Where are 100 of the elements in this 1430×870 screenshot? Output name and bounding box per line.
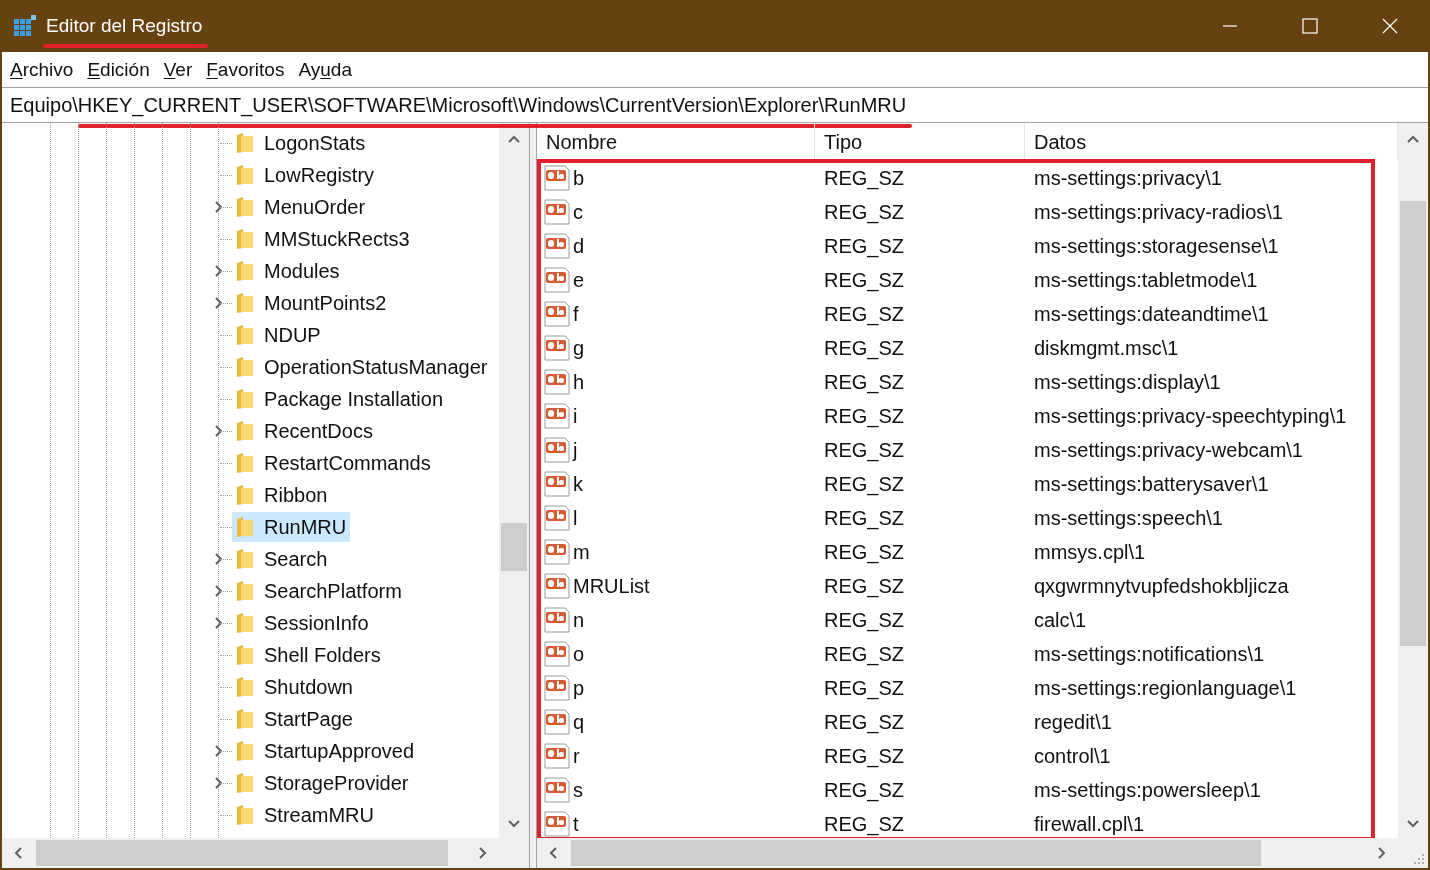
table-cell: REG_SZ	[824, 745, 905, 767]
table-cell: calc\1	[1034, 609, 1087, 631]
horizontal-scrollbar[interactable]	[2, 838, 500, 868]
table-cell: ms-settings:dateandtime\1	[1034, 303, 1269, 325]
tree-item[interactable]: MountPoints2	[232, 288, 391, 318]
resize-grip-icon[interactable]	[1413, 853, 1425, 865]
table-cell: mmsys.cpl\1	[1034, 541, 1146, 563]
value-row[interactable]: c REG_SZ ms-settings:privacy-radios\1	[537, 195, 1398, 229]
address-path: Equipo\HKEY_CURRENT_USER\SOFTWARE\Microsoft\Windows\CurrentVersion\Explorer\RunMRU	[10, 94, 907, 116]
column-header[interactable]: Nombre	[537, 123, 815, 159]
table-cell: ms-settings:privacy\1	[1034, 167, 1222, 189]
value-row[interactable]: p REG_SZ ms-settings:regionlanguage\1	[537, 671, 1398, 705]
tree-item[interactable]: RecentDocs	[232, 416, 377, 446]
value-row[interactable]: s REG_SZ ms-settings:powersleep\1	[537, 773, 1398, 807]
value-row[interactable]: e REG_SZ ms-settings:tabletmode\1	[537, 263, 1398, 297]
tree-item[interactable]: RestartCommands	[232, 448, 435, 478]
table-cell: REG_SZ	[824, 779, 905, 801]
tree-item[interactable]: Shutdown	[232, 672, 357, 702]
string-value-icon	[543, 266, 571, 294]
value-row[interactable]: i REG_SZ ms-settings:privacy-speechtyping\1	[537, 399, 1398, 433]
table-cell-text: h	[573, 370, 585, 395]
folder-icon	[236, 132, 254, 154]
table-cell: ms-settings:display\1	[1034, 371, 1221, 393]
value-row[interactable]: q REG_SZ regedit\1	[537, 705, 1398, 739]
tree-item[interactable]: LogonStats	[232, 128, 370, 158]
tree-item[interactable]: MMStuckRects3	[232, 224, 414, 254]
table-cell-text: o	[573, 642, 585, 667]
column-header[interactable]: Tipo	[815, 123, 1025, 159]
registry-app-icon	[13, 14, 37, 38]
table-cell-text: s	[573, 778, 583, 803]
table-cell-text: MRUList	[573, 574, 650, 599]
value-row[interactable]: t REG_SZ firewall.cpl\1	[537, 807, 1398, 838]
vertical-scrollbar[interactable]	[1398, 123, 1428, 838]
string-value-icon	[543, 402, 571, 430]
table-cell: REG_SZ	[824, 473, 905, 495]
value-row[interactable]: k REG_SZ ms-settings:batterysaver\1	[537, 467, 1398, 501]
value-row[interactable]: l REG_SZ ms-settings:speech\1	[537, 501, 1398, 535]
string-value-icon	[543, 164, 571, 192]
string-value-icon	[543, 198, 571, 226]
value-row[interactable]: MRUList REG_SZ qxgwrmnytvupfedshokbljicza	[537, 569, 1398, 603]
tree-item[interactable]: Search	[232, 544, 332, 574]
vertical-scrollbar[interactable]	[499, 123, 529, 838]
menu-item[interactable]: Ayuda	[298, 60, 352, 79]
table-cell: REG_SZ	[824, 201, 905, 223]
table-cell-text: g	[573, 336, 585, 361]
tree-item[interactable]: LowRegistry	[232, 160, 379, 190]
tree-item[interactable]: Ribbon	[232, 480, 332, 510]
address-bar[interactable]: Equipo\HKEY_CURRENT_USER\SOFTWARE\Microsoft\Windows\CurrentVersion\Explorer\RunMRU	[2, 87, 1428, 123]
tree-item[interactable]: Modules	[232, 256, 344, 286]
scroll-thumb[interactable]	[571, 840, 1261, 866]
value-row[interactable]: b REG_SZ ms-settings:privacy\1	[537, 161, 1398, 195]
table-cell: REG_SZ	[824, 507, 905, 529]
folder-icon	[236, 644, 254, 666]
table-cell: ms-settings:privacy-speechtyping\1	[1034, 405, 1347, 427]
table-cell: REG_SZ	[824, 337, 905, 359]
table-cell: REG_SZ	[824, 371, 905, 393]
horizontal-scrollbar[interactable]	[537, 838, 1398, 868]
tree-item[interactable]: StorageProvider	[232, 768, 413, 798]
tree-item[interactable]: StartPage	[232, 704, 357, 734]
value-row[interactable]: m REG_SZ mmsys.cpl\1	[537, 535, 1398, 569]
tree-item[interactable]: Shell Folders	[232, 640, 385, 670]
value-row[interactable]: f REG_SZ ms-settings:dateandtime\1	[537, 297, 1398, 331]
string-value-icon	[543, 300, 571, 328]
table-cell-text: e	[573, 268, 585, 293]
folder-icon	[236, 452, 254, 474]
value-row[interactable]: g REG_SZ diskmgmt.msc\1	[537, 331, 1398, 365]
table-cell: ms-settings:privacy-radios\1	[1034, 201, 1283, 223]
folder-icon	[236, 548, 254, 570]
menu-item[interactable]: Ver	[163, 60, 193, 79]
string-value-icon	[543, 606, 571, 634]
value-row[interactable]: h REG_SZ ms-settings:display\1	[537, 365, 1398, 399]
table-cell: ms-settings:batterysaver\1	[1034, 473, 1269, 495]
value-row[interactable]: o REG_SZ ms-settings:notifications\1	[537, 637, 1398, 671]
scroll-thumb[interactable]	[36, 840, 448, 866]
tree-item[interactable]: OperationStatusManager	[232, 352, 492, 382]
table-cell-text: l	[573, 506, 578, 531]
scroll-thumb[interactable]	[1400, 201, 1426, 646]
folder-icon	[236, 260, 254, 282]
tree-item[interactable]: StartupApproved	[232, 736, 419, 766]
table-cell-text: j	[573, 438, 578, 463]
table-cell: REG_SZ	[824, 235, 905, 257]
value-row[interactable]: r REG_SZ control\1	[537, 739, 1398, 773]
tree-item[interactable]: RunMRU	[232, 512, 351, 542]
folder-icon	[236, 612, 254, 634]
menu-item[interactable]: Favoritos	[206, 60, 285, 79]
value-row[interactable]: n REG_SZ calc\1	[537, 603, 1398, 637]
scroll-thumb[interactable]	[501, 523, 528, 571]
menu-item[interactable]: Archivo	[10, 60, 74, 79]
tree-item[interactable]: StreamMRU	[232, 800, 378, 830]
tree-item[interactable]: SearchPlatform	[232, 576, 406, 606]
value-row[interactable]: d REG_SZ ms-settings:storagesense\1	[537, 229, 1398, 263]
table-cell: qxgwrmnytvupfedshokbljicza	[1034, 575, 1289, 597]
tree-item[interactable]: NDUP	[232, 320, 325, 350]
tree-item[interactable]: Package Installation	[232, 384, 447, 414]
menu-item[interactable]: Edición	[87, 60, 150, 79]
tree-item[interactable]: SessionInfo	[232, 608, 373, 638]
value-row[interactable]: j REG_SZ ms-settings:privacy-webcam\1	[537, 433, 1398, 467]
table-cell: ms-settings:storagesense\1	[1034, 235, 1279, 257]
tree-item[interactable]: MenuOrder	[232, 192, 370, 222]
string-value-icon	[543, 368, 571, 396]
